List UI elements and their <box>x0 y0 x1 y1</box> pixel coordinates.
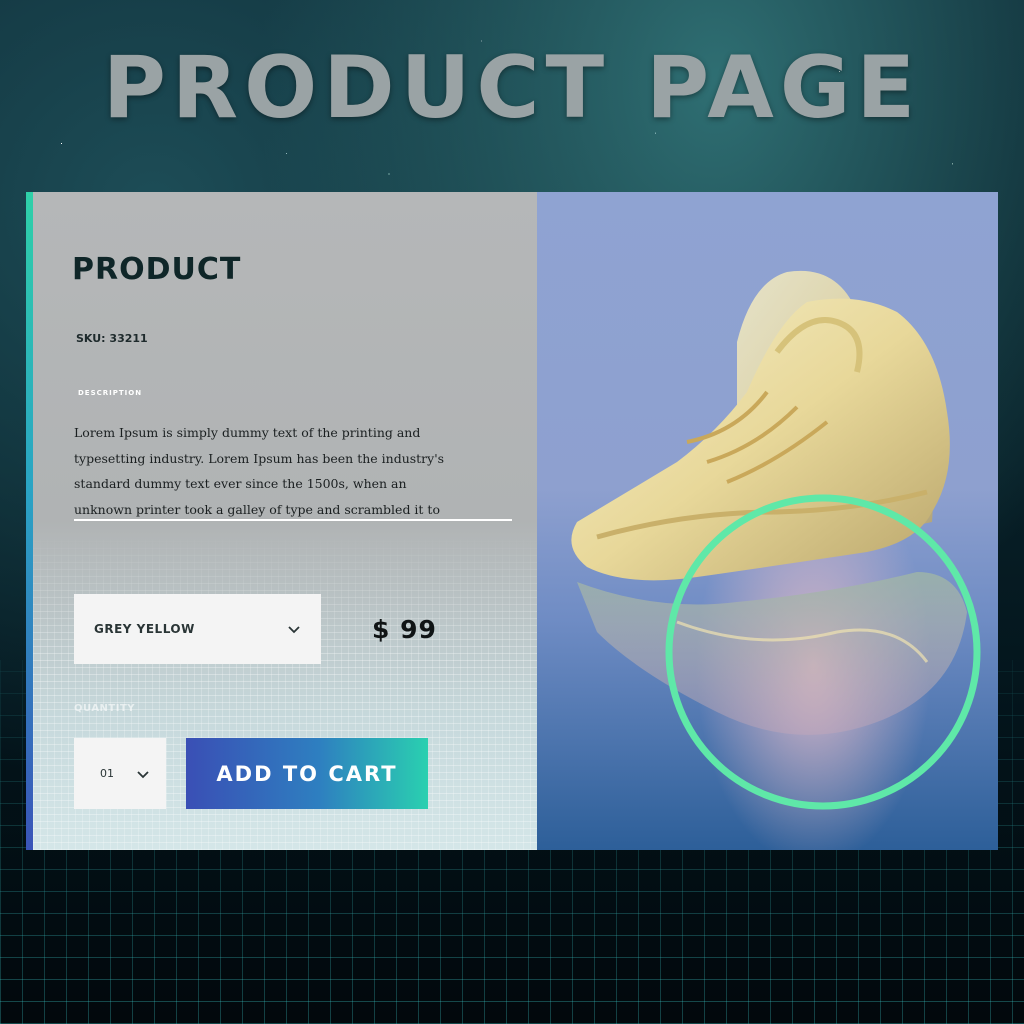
product-info-panel: PRODUCT SKU: 33211 DESCRIPTION Lorem Ips… <box>26 192 537 850</box>
description-divider <box>74 519 512 521</box>
product-price: $ 99 <box>372 615 437 644</box>
product-description: Lorem Ipsum is simply dummy text of the … <box>74 425 445 517</box>
product-sku: SKU: 33211 <box>76 332 148 345</box>
description-label: DESCRIPTION <box>78 389 143 397</box>
chevron-down-icon <box>136 767 150 781</box>
sneaker-image <box>571 270 981 810</box>
color-select-value: GREY YELLOW <box>94 622 195 636</box>
quantity-label: QUANTITY <box>74 703 136 714</box>
chevron-down-icon <box>287 622 301 636</box>
quantity-value: 01 <box>100 767 114 780</box>
product-title: PRODUCT <box>72 252 242 287</box>
add-to-cart-button[interactable]: ADD TO CART <box>186 738 428 809</box>
page-headline: PRODUCT PAGE <box>102 38 922 138</box>
product-card: PRODUCT SKU: 33211 DESCRIPTION Lorem Ips… <box>26 192 998 850</box>
product-image-panel <box>537 192 998 850</box>
color-select[interactable]: GREY YELLOW <box>74 594 321 664</box>
accent-bar <box>26 192 33 850</box>
quantity-select[interactable]: 01 <box>74 738 166 809</box>
